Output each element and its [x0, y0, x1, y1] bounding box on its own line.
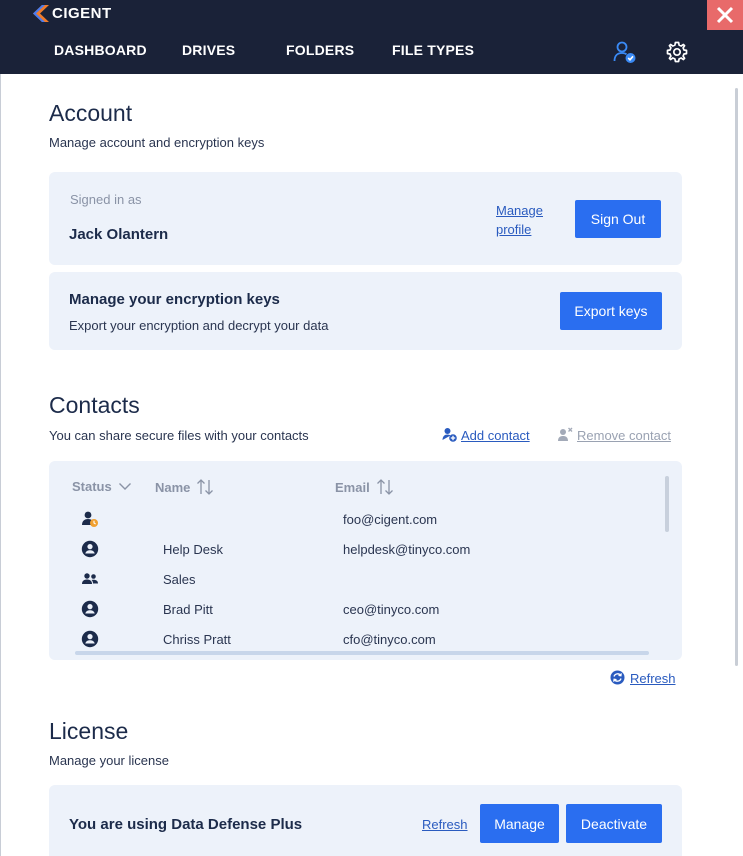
sign-out-button[interactable]: Sign Out [575, 200, 661, 238]
encryption-keys-title: Manage your encryption keys [69, 291, 280, 308]
user-name: Jack Olantern [69, 226, 169, 243]
status-header-label: Status [72, 479, 112, 494]
signed-in-label: Signed in as [70, 192, 142, 207]
chevron-down-icon [118, 483, 131, 490]
contact-email: ceo@tinyco.com [343, 602, 440, 617]
account-subtitle: Manage account and encryption keys [49, 135, 265, 150]
nav-dashboard[interactable]: DASHBOARD [54, 42, 147, 58]
cigent-logo: CIGENT [32, 5, 112, 22]
encryption-keys-subtitle: Export your encryption and decrypt your … [69, 318, 329, 333]
settings-gear-icon[interactable] [665, 40, 689, 64]
nav-folders[interactable]: FOLDERS [286, 42, 354, 58]
sort-icon [197, 479, 214, 495]
sort-icon [376, 479, 393, 495]
export-keys-button[interactable]: Export keys [560, 292, 662, 330]
close-icon [716, 6, 734, 24]
manage-profile-link-line2[interactable]: profile [496, 222, 531, 237]
account-verified-icon[interactable] [613, 40, 637, 64]
deactivate-license-button[interactable]: Deactivate [566, 804, 662, 843]
remove-contact-link[interactable]: Remove contact [577, 428, 671, 443]
license-subtitle: Manage your license [49, 753, 169, 768]
table-horizontal-scrollbar[interactable] [75, 651, 649, 655]
license-title: License [49, 718, 129, 744]
add-contact-icon[interactable] [442, 427, 457, 442]
email-header-label: Email [335, 479, 370, 495]
contact-name: Sales [163, 572, 196, 587]
pending-user-icon [82, 511, 98, 527]
cigent-logo-icon [33, 5, 49, 22]
contacts-refresh-link[interactable]: Refresh [630, 671, 676, 686]
contact-name: Brad Pitt [163, 602, 213, 617]
email-column-header[interactable]: Email [335, 479, 394, 495]
add-contact-link[interactable]: Add contact [461, 428, 530, 443]
window-border [0, 74, 1, 856]
contact-email: foo@cigent.com [343, 512, 438, 527]
user-icon [81, 540, 99, 558]
license-status-text: You are using Data Defense Plus [69, 816, 303, 833]
user-icon [81, 600, 99, 618]
nav-file-types[interactable]: FILE TYPES [392, 42, 474, 58]
user-icon [81, 630, 99, 648]
status-column-header[interactable]: Status [72, 479, 132, 494]
page-scrollbar-thumb[interactable] [735, 88, 738, 666]
close-window-button[interactable] [707, 0, 743, 30]
nav-drives[interactable]: DRIVES [182, 42, 235, 58]
contacts-title: Contacts [49, 392, 140, 418]
contact-email: helpdesk@tinyco.com [343, 542, 471, 557]
logo-text: CIGENT [52, 5, 112, 22]
account-title: Account [49, 100, 133, 126]
app-header: CIGENT DASHBOARD DRIVES FOLDERS FILE TYP… [0, 0, 743, 74]
license-refresh-link[interactable]: Refresh [422, 817, 468, 832]
table-vertical-scrollbar[interactable] [665, 476, 669, 532]
contacts-subtitle: You can share secure files with your con… [49, 428, 309, 443]
manage-profile-link[interactable]: Manage [496, 203, 543, 218]
refresh-icon[interactable] [610, 670, 625, 685]
manage-license-button[interactable]: Manage [480, 804, 559, 843]
contact-name: Help Desk [163, 542, 223, 557]
name-header-label: Name [155, 479, 191, 495]
contact-email: cfo@tinyco.com [343, 632, 436, 647]
remove-contact-icon[interactable] [557, 427, 573, 442]
contact-name: Chriss Pratt [163, 632, 231, 647]
group-icon [82, 573, 98, 584]
name-column-header[interactable]: Name [155, 479, 214, 495]
